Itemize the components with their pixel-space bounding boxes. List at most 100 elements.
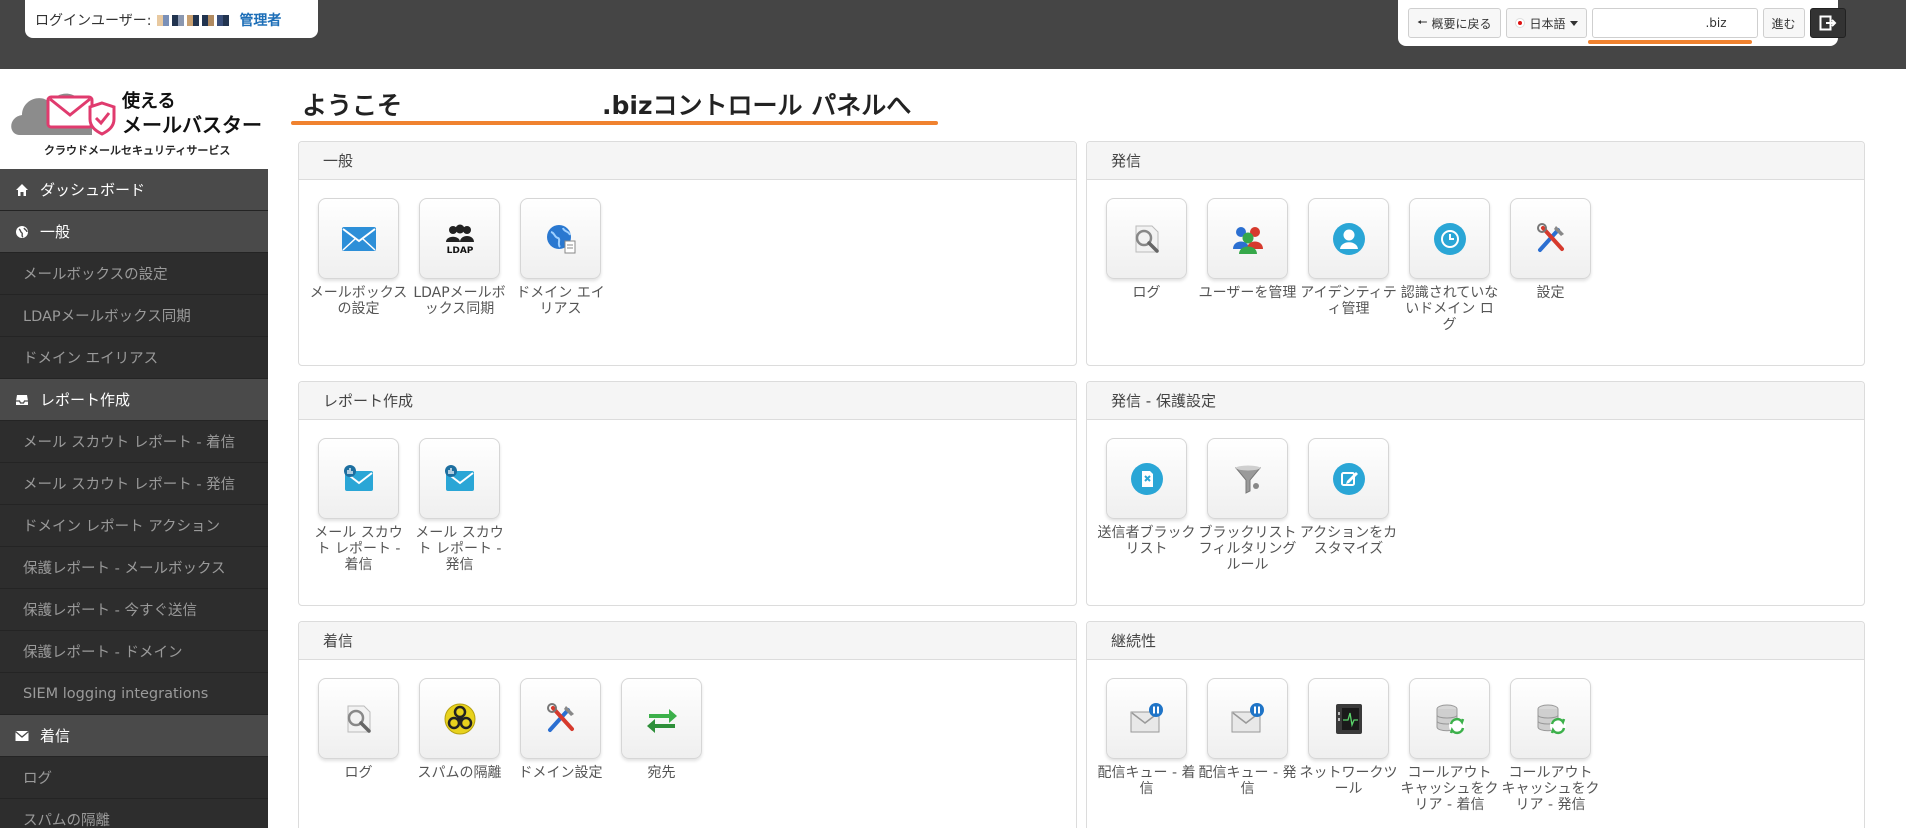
logo-tagline: クラウドメールセキュリティサービス: [44, 144, 231, 157]
tile-queue-incoming[interactable]: 配信キュー - 着信: [1096, 678, 1197, 813]
tile-label: メールボックスの設定: [309, 285, 408, 317]
panel-outgoing-protection: 発信 - 保護設定 送信者ブラックリスト ブラックリスト フィルタリング ルール…: [1086, 381, 1865, 606]
panel-continuity: 継続性 配信キュー - 着信 配信キュー - 発信 ネットワークツール コールア…: [1086, 621, 1865, 828]
envelope-icon: [14, 728, 30, 744]
sidebar-item-protection-domain[interactable]: 保護レポート - ドメイン: [0, 631, 268, 673]
sidebar-item-mailbox-settings[interactable]: メールボックスの設定: [0, 253, 268, 295]
sidebar-item-siem[interactable]: SIEM logging integrations: [0, 673, 268, 715]
tile-label: ブラックリスト フィルタリング ルール: [1198, 525, 1297, 573]
panel-general: 一般 メールボックスの設定 LDAP LDAPメールボックス同期 ドメイン エイ…: [298, 141, 1077, 366]
panel-title: 発信: [1087, 142, 1864, 180]
sidebar-item-label: 一般: [40, 223, 71, 241]
user-role-link[interactable]: 管理者: [239, 10, 281, 30]
page-title: ようこそ .bizコントロール パネルへ: [302, 86, 911, 122]
tile-label: アイデンティティ管理: [1300, 285, 1397, 317]
sidebar-item-domain-report-action[interactable]: ドメイン レポート アクション: [0, 505, 268, 547]
tile-label: ユーザーを管理: [1198, 285, 1297, 301]
tile-domain-settings[interactable]: ドメイン設定: [510, 678, 611, 781]
logout-icon: [1819, 15, 1836, 31]
back-to-overview-button[interactable]: 🠔 概要に戻る: [1408, 8, 1501, 38]
tile-label: 送信者ブラックリスト: [1097, 525, 1196, 557]
panel-outgoing: 発信 ログ ユーザーを管理 アイデンティティ管理 認識されていないドメイン ログ: [1086, 141, 1865, 366]
tile-domain-alias[interactable]: ドメイン エイリアス: [510, 198, 611, 317]
tile-manage-users[interactable]: ユーザーを管理: [1197, 198, 1298, 333]
domain-input[interactable]: [1591, 8, 1758, 38]
globe-document-icon: [546, 224, 575, 253]
go-button[interactable]: 進む: [1762, 8, 1805, 38]
sidebar-item-protection-send-now[interactable]: 保護レポート - 今すぐ送信: [0, 589, 268, 631]
sidebar-item-label: ドメイン レポート アクション: [23, 519, 220, 535]
svg-text:LDAP: LDAP: [446, 246, 473, 256]
tile-label: 配信キュー - 発信: [1198, 765, 1297, 797]
tile-clear-callout-cache-in[interactable]: コールアウト キャッシュをクリア - 着信: [1399, 678, 1500, 813]
tile-blacklist-filter-rules[interactable]: ブラックリスト フィルタリング ルール: [1197, 438, 1298, 573]
sidebar-item-domain-alias[interactable]: ドメイン エイリアス: [0, 337, 268, 379]
logo[interactable]: 使える メールバスター クラウドメールセキュリティサービス: [0, 69, 268, 169]
tile-ldap-sync[interactable]: LDAP LDAPメールボックス同期: [409, 198, 510, 317]
header-tools: 🠔 概要に戻る 日本語 進む: [1398, 0, 1846, 46]
tile-label: スパムの隔離: [417, 765, 502, 781]
sidebar-item-label: メールボックスの設定: [23, 267, 168, 283]
sidebar-item-label: レポート作成: [40, 391, 131, 409]
sidebar-item-incoming[interactable]: 着信: [0, 715, 268, 757]
panel-reports: レポート作成 メール スカウト レポート - 着信 メール スカウト レポート …: [298, 381, 1077, 606]
sidebar-item-label: ログ: [23, 771, 52, 787]
tile-unrecognized-domain-log[interactable]: 認識されていないドメイン ログ: [1399, 198, 1500, 333]
domain-highlight-underline: [1587, 40, 1752, 44]
tile-identity-management[interactable]: アイデンティティ管理: [1298, 198, 1399, 333]
database-refresh-icon: [1436, 704, 1465, 734]
sidebar-item-label: ドメイン エイリアス: [23, 351, 159, 367]
paused-mail-queue-icon: [1130, 702, 1163, 732]
tile-customize-actions[interactable]: アクションをカスタマイズ: [1298, 438, 1399, 573]
domain-input-wrap: [1587, 8, 1758, 44]
sidebar-item-ldap-sync[interactable]: LDAPメールボックス同期: [0, 295, 268, 337]
paused-mail-queue-icon: [1231, 702, 1264, 732]
tile-incoming-log[interactable]: ログ: [308, 678, 409, 781]
panel-title: 一般: [299, 142, 1076, 180]
envelope-icon: [341, 226, 376, 251]
sidebar-item-label: SIEM logging integrations: [23, 685, 209, 702]
tile-clear-callout-cache-out[interactable]: コールアウト キャッシュをクリア - 発信: [1500, 678, 1601, 813]
sidebar-item-protection-mailbox[interactable]: 保護レポート - メールボックス: [0, 547, 268, 589]
language-label: 日本語: [1529, 16, 1566, 31]
sidebar-item-label: 保護レポート - メールボックス: [23, 561, 226, 577]
logout-button[interactable]: [1809, 8, 1846, 38]
report-envelope-icon: [343, 464, 373, 491]
sidebar: 使える メールバスター クラウドメールセキュリティサービス ダッシュボード 一般…: [0, 69, 268, 828]
login-user-box: ログインユーザー: 管理者: [25, 0, 318, 38]
tile-label: コールアウト キャッシュをクリア - 着信: [1400, 765, 1499, 813]
tile-spam-quarantine[interactable]: スパムの隔離: [409, 678, 510, 781]
tile-label: ログ: [1132, 285, 1161, 301]
sidebar-item-incoming-log[interactable]: ログ: [0, 757, 268, 799]
tile-outgoing-log[interactable]: ログ: [1096, 198, 1197, 333]
sidebar-item-label: ダッシュボード: [40, 181, 146, 199]
tile-label: 配信キュー - 着信: [1097, 765, 1196, 797]
tile-outgoing-settings[interactable]: 設定: [1500, 198, 1601, 333]
sidebar-item-spam-quarantine[interactable]: スパムの隔離: [0, 799, 268, 828]
tile-sender-blacklist[interactable]: 送信者ブラックリスト: [1096, 438, 1197, 573]
sidebar-item-scout-report-out[interactable]: メール スカウト レポート - 発信: [0, 463, 268, 505]
ldap-users-icon: LDAP: [445, 224, 474, 256]
sidebar-item-scout-report-in[interactable]: メール スカウト レポート - 着信: [0, 421, 268, 463]
tile-scout-report-out[interactable]: メール スカウト レポート - 発信: [409, 438, 510, 573]
tile-scout-report-in[interactable]: メール スカウト レポート - 着信: [308, 438, 409, 573]
sidebar-item-general[interactable]: 一般: [0, 211, 268, 253]
welcome-prefix: ようこそ: [302, 91, 403, 120]
blacklist-document-icon: [1130, 462, 1163, 495]
sidebar-item-label: メール スカウト レポート - 着信: [23, 435, 236, 451]
tile-queue-outgoing[interactable]: 配信キュー - 発信: [1197, 678, 1298, 813]
language-dropdown[interactable]: 日本語: [1505, 8, 1587, 38]
sidebar-item-reports[interactable]: レポート作成: [0, 379, 268, 421]
inbox-tray-icon: [14, 392, 30, 408]
tile-label: コールアウト キャッシュをクリア - 発信: [1501, 765, 1600, 813]
tile-label: 設定: [1536, 285, 1565, 301]
tile-label: ドメイン エイリアス: [516, 285, 605, 317]
tile-destinations[interactable]: 宛先: [611, 678, 712, 781]
tile-network-tools[interactable]: ネットワークツール: [1298, 678, 1399, 813]
tile-mailbox-settings[interactable]: メールボックスの設定: [308, 198, 409, 317]
sidebar-item-dashboard[interactable]: ダッシュボード: [0, 169, 268, 211]
magnifier-log-icon: [347, 705, 371, 733]
tile-label: ネットワークツール: [1299, 765, 1398, 797]
exchange-arrows-icon: [646, 708, 677, 733]
funnel-icon: [1234, 465, 1261, 494]
